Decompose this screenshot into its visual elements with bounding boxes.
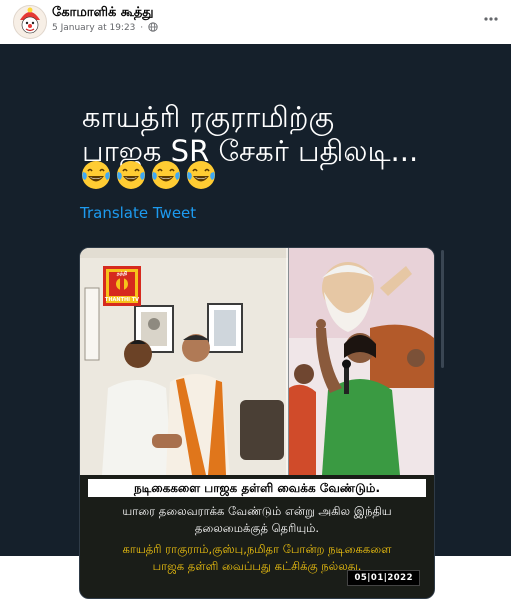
laughing-tears-emoji-icon [152,161,180,189]
logo-bottom-text: THANTHI TV [105,297,139,303]
news-caption-white: யாரை தலைவராக்க வேண்டும் என்று அகில இந்தி… [90,503,424,537]
post-header: கோமாளிக் கூத்து 5 January at 19:23 · [0,0,511,44]
tweet-text-line-1: காயத்ரி ரகுராமிற்கு [82,100,335,134]
logo-top-text: தந்தி [117,271,128,277]
caption-white-line-2: தலைமைக்குத் தெரியும். [194,521,320,535]
globe-icon[interactable] [148,22,158,32]
translate-tweet-link[interactable]: Translate Tweet [80,204,196,222]
news-photo-collage: தந்தி THANTHI TV [80,248,434,475]
caption-yellow-line-1: காயத்ரி ராகுராம்,குஸ்பு,நமிதா போன்ற நடிக… [122,542,392,556]
laughing-tears-emoji-icon [117,161,145,189]
post-meta: 5 January at 19:23 · [52,22,158,33]
news-caption-panel: நடிகைகளை பாஜக தள்ளி வைக்க வேண்டும். யாரை… [80,475,434,598]
post-timestamp[interactable]: 5 January at 19:23 [52,23,135,33]
tweet-card[interactable]: காயத்ரி ரகுராமிற்கு பாஜக SR சேகர் பதிலடி… [0,44,511,599]
tweet-media-image[interactable]: தந்தி THANTHI TV நடிகைகளை பாஜக தள்ளி வைக… [79,247,435,599]
more-options-button[interactable] [481,10,501,30]
page-name[interactable]: கோமாளிக் கூத்து [52,5,154,21]
news-date-stamp: 05|01|2022 [347,570,420,586]
laughing-tears-emoji-icon [82,161,110,189]
more-options-icon [484,17,498,21]
news-headline: நடிகைகளை பாஜக தள்ளி வைக்க வேண்டும். [88,479,426,497]
clown-avatar-icon [14,6,46,38]
media-scroll-indicator [441,250,444,368]
laughing-tears-emoji-icon [187,161,215,189]
emoji-row [80,159,217,193]
tweet-text: காயத்ரி ரகுராமிற்கு பாஜக SR சேகர் பதிலடி… [82,100,418,168]
page-avatar[interactable] [13,5,47,39]
caption-white-line-1: யாரை தலைவராக்க வேண்டும் என்று அகில இந்தி… [122,504,392,518]
meta-separator: · [140,23,144,33]
